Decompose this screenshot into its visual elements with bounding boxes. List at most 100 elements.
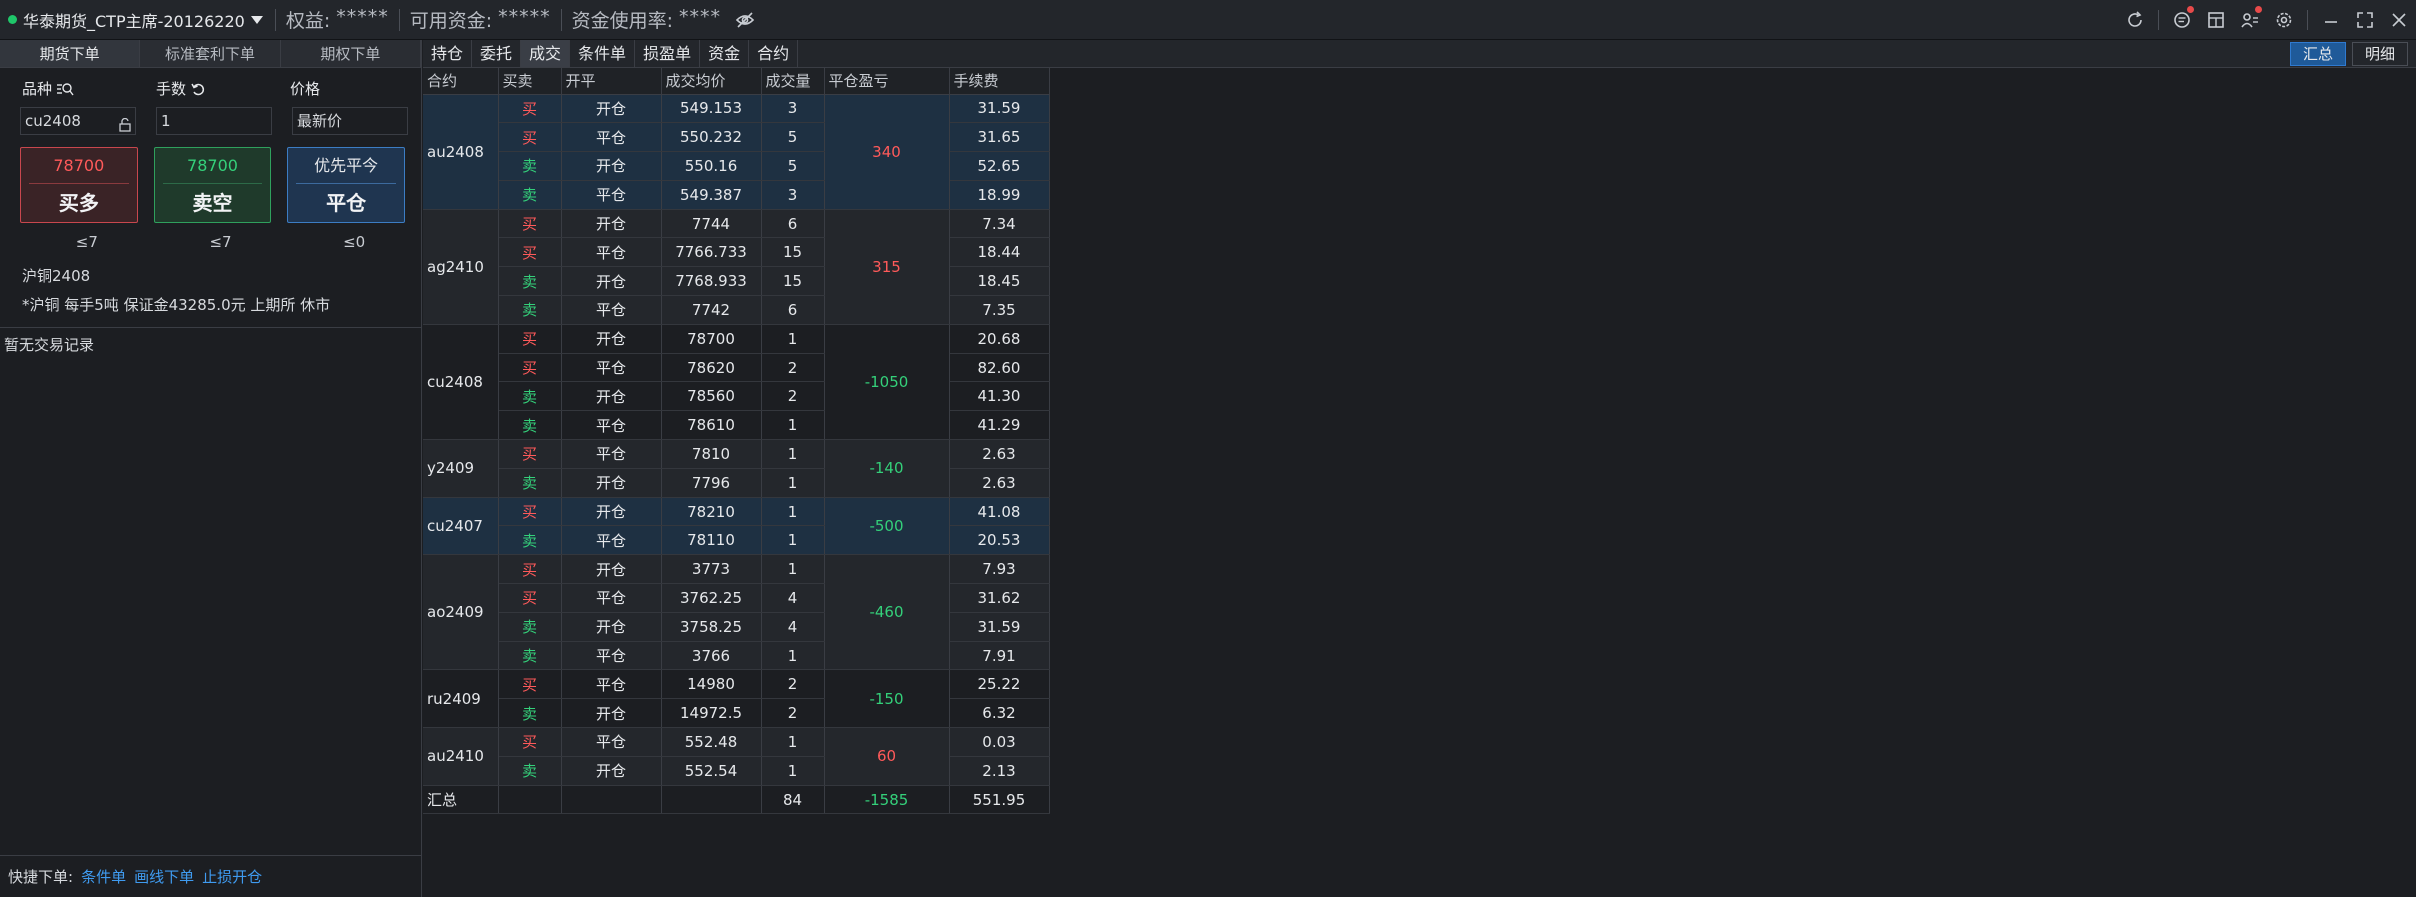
col-fee[interactable]: 手续费 (949, 68, 1050, 95)
volume-cell: 3 (761, 180, 825, 210)
table-row[interactable]: 卖开仓 78560 2 41.30 (423, 381, 1050, 412)
variety-input[interactable]: cu2408 (20, 107, 136, 135)
open-close-cell: 平仓 (561, 295, 662, 325)
summary-price (661, 785, 762, 815)
account-selector[interactable]: 华泰期货_CTP主席-20126220 (23, 8, 263, 32)
col-avg-price[interactable]: 成交均价 (661, 68, 762, 95)
fee-cell: 2.63 (949, 439, 1050, 469)
table-row[interactable]: 买平仓 78620 2 82.60 (423, 353, 1050, 383)
close-icon[interactable] (2382, 3, 2416, 37)
maximize-icon[interactable] (2348, 3, 2382, 37)
side-cell: 买 (498, 554, 562, 585)
divider (274, 8, 276, 31)
eye-off-icon[interactable] (735, 10, 755, 30)
table-row[interactable]: 卖平仓 3766 1 7.91 (423, 641, 1050, 671)
tab-spread-order[interactable]: 标准套利下单 (140, 40, 281, 67)
sell-short-button[interactable]: 78700 卖空 (153, 147, 272, 223)
table-row[interactable]: au2410 买平仓 552.48 1 60 0.03 (423, 727, 1050, 786)
table-row[interactable]: 卖开仓 3758.25 4 31.59 (423, 612, 1050, 642)
open-close-cell: 平仓 (561, 122, 662, 153)
table-row[interactable]: 买平仓 7766.733 15 18.44 (423, 237, 1050, 268)
table-row[interactable]: y2409 买平仓 7810 1 -140 2.63 (423, 439, 1050, 498)
col-close-pnl[interactable]: 平仓盈亏 (824, 68, 950, 95)
tab-trades[interactable]: 成交 (521, 40, 571, 67)
open-close-cell: 开仓 (561, 266, 662, 297)
tab-conditional[interactable]: 条件单 (570, 40, 636, 67)
side-cell: 买 (498, 94, 562, 124)
trades-table: 合约 买卖 开平 成交均价 成交量 平仓盈亏 手续费 au2408 买开仓 549.… (423, 68, 1050, 815)
tab-orders[interactable]: 委托 (472, 40, 522, 67)
table-row[interactable]: ru2409 买平仓 14980 2 -150 25.22 (423, 669, 1050, 729)
col-contract[interactable]: 合约 (423, 68, 499, 95)
col-open-close[interactable]: 开平 (561, 68, 662, 95)
close-pnl-cell: -1050 (824, 324, 950, 441)
line-order-link[interactable]: 画线下单 (134, 866, 194, 887)
table-row[interactable]: cu2408 买开仓 78700 1 -1050 20.68 (423, 324, 1050, 441)
detail-view-button[interactable]: 明细 (2351, 42, 2408, 66)
table-row[interactable]: 买平仓 550.232 5 31.65 (423, 122, 1050, 153)
table-row[interactable]: au2408 买开仓 549.153 3 340 31.59 (423, 94, 1050, 210)
refresh-icon[interactable] (2118, 3, 2152, 37)
volume-cell: 2 (761, 698, 825, 729)
summary-fee: 551.95 (949, 785, 1050, 815)
user-list-icon[interactable] (2233, 3, 2267, 37)
chevron-down-icon (250, 15, 263, 24)
fee-cell: 7.34 (949, 209, 1050, 239)
avg-price-cell: 78610 (661, 410, 762, 441)
volume-cell: 2 (761, 381, 825, 412)
stop-open-link[interactable]: 止损开仓 (202, 866, 262, 887)
calculator-icon[interactable] (2199, 3, 2233, 37)
tab-funds[interactable]: 资金 (700, 40, 750, 67)
table-row[interactable]: 卖开仓 14972.5 2 6.32 (423, 698, 1050, 729)
tab-positions[interactable]: 持仓 (423, 40, 473, 67)
unlock-icon[interactable] (119, 114, 131, 132)
table-row[interactable]: ao2409 买开仓 3773 1 -460 7.93 (423, 554, 1050, 671)
close-position-button[interactable]: 优先平今 平仓 (287, 147, 406, 223)
table-row[interactable]: 卖平仓 549.387 3 18.99 (423, 180, 1050, 210)
fee-cell: 18.44 (949, 237, 1050, 268)
lots-input-value: 1 (161, 112, 171, 130)
summary-view-button[interactable]: 汇总 (2289, 42, 2346, 66)
side-cell: 卖 (498, 468, 562, 498)
fee-cell: 82.60 (949, 353, 1050, 383)
table-header: 合约 买卖 开平 成交均价 成交量 平仓盈亏 手续费 (423, 68, 1050, 95)
side-cell: 卖 (498, 381, 562, 412)
open-close-cell: 开仓 (561, 612, 662, 642)
table-row[interactable]: 卖平仓 7742 6 7.35 (423, 295, 1050, 325)
col-side[interactable]: 买卖 (498, 68, 562, 95)
reset-icon[interactable] (190, 81, 206, 97)
close-pnl-cell: -500 (824, 497, 950, 556)
tab-contracts[interactable]: 合约 (749, 40, 799, 67)
tab-options-order[interactable]: 期权下单 (281, 40, 421, 67)
table-row[interactable]: 卖开仓 7796 1 2.63 (423, 468, 1050, 498)
table-row[interactable]: 卖开仓 552.54 1 2.13 (423, 756, 1050, 786)
table-row[interactable]: 卖开仓 7768.933 15 18.45 (423, 266, 1050, 297)
message-icon[interactable] (2165, 3, 2199, 37)
table-row[interactable]: 买平仓 3762.25 4 31.62 (423, 583, 1050, 613)
notification-badge (2187, 6, 2194, 13)
tab-futures-order[interactable]: 期货下单 (0, 40, 141, 67)
conditional-order-link[interactable]: 条件单 (81, 866, 126, 887)
order-buttons: 78700 买多 78700 卖空 优先平今 平仓 (0, 147, 421, 223)
variety-input-value: cu2408 (25, 112, 81, 130)
buy-long-button[interactable]: 78700 买多 (20, 147, 138, 223)
open-close-cell: 开仓 (561, 468, 662, 498)
table-row[interactable]: ag2410 买开仓 7744 6 315 7.34 (423, 209, 1050, 325)
col-volume[interactable]: 成交量 (761, 68, 825, 95)
table-row[interactable]: 卖开仓 550.16 5 52.65 (423, 151, 1050, 181)
side-cell: 买 (498, 583, 562, 613)
tab-stop-profit[interactable]: 损盈单 (635, 40, 701, 67)
fee-cell: 41.29 (949, 410, 1050, 441)
settings-icon[interactable] (2267, 3, 2301, 37)
table-row[interactable]: 卖平仓 78610 1 41.29 (423, 410, 1050, 441)
minimize-icon[interactable] (2314, 3, 2348, 37)
side-cell: 卖 (498, 641, 562, 671)
side-cell: 卖 (498, 756, 562, 786)
price-input[interactable]: 最新价 (292, 107, 408, 135)
avg-price-cell: 78210 (661, 497, 762, 527)
search-icon[interactable] (56, 81, 74, 97)
volume-cell: 1 (761, 439, 825, 469)
table-row[interactable]: cu2407 买开仓 78210 1 -500 41.08 (423, 497, 1050, 556)
table-row[interactable]: 卖平仓 78110 1 20.53 (423, 525, 1050, 556)
lots-input[interactable]: 1 (156, 107, 272, 135)
